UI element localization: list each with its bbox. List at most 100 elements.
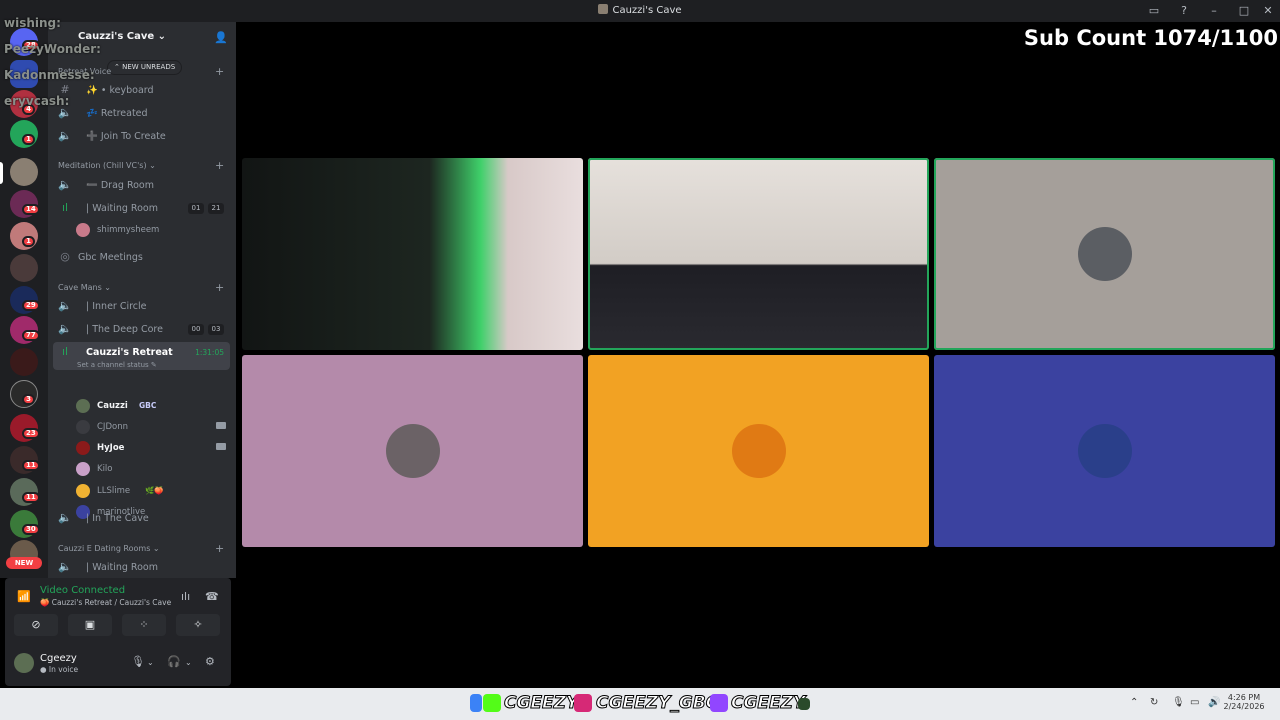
channel-label: Gbc Meetings: [78, 252, 143, 263]
window-title-text: Cauzzi's Cave: [612, 5, 682, 16]
username: Kilo: [97, 464, 113, 474]
instagram-icon: [574, 694, 592, 712]
username: shimmysheem: [97, 225, 160, 235]
channel-label: | Inner Circle: [86, 301, 147, 312]
channel-label: Cauzzi's Retreat: [86, 347, 173, 358]
username: HyJoe: [97, 443, 125, 453]
channel-label: ➕ Join To Create: [86, 131, 166, 142]
soundboard-button[interactable]: ✧: [176, 614, 220, 636]
video-tile[interactable]: [242, 355, 583, 547]
avatar: [76, 223, 90, 237]
voice-user[interactable]: shimmysheem: [76, 221, 226, 239]
video-tile[interactable]: [588, 158, 929, 350]
speaker-icon: 🔈: [58, 322, 72, 335]
chevron-up-icon[interactable]: ⌃: [1130, 697, 1138, 708]
camera-toggle-button[interactable]: ⊘: [14, 614, 58, 636]
create-channel-icon[interactable]: +: [215, 542, 224, 555]
inbox-icon[interactable]: ▭: [1146, 3, 1162, 19]
microphone-icon[interactable]: 🎙: [131, 655, 145, 668]
set-channel-status[interactable]: Set a channel status ✎: [77, 361, 157, 369]
video-tile[interactable]: [588, 355, 929, 547]
speaker-icon: 🔈: [58, 129, 72, 142]
kick-icon: [483, 694, 501, 712]
user-tag: 🌿🍑: [145, 486, 164, 495]
system-clock[interactable]: 4:26 PM 2/24/2026: [1222, 693, 1266, 711]
app-icon[interactable]: [798, 698, 810, 710]
clock-time: 4:26 PM: [1227, 693, 1261, 702]
volume-icon[interactable]: 🔊: [1208, 697, 1220, 708]
twitch-icon: [710, 694, 728, 712]
unread-badge: 1: [22, 236, 35, 247]
windows-icon[interactable]: [470, 694, 482, 712]
channel-label: | In The Cave: [86, 513, 149, 524]
user-limit: 03: [208, 324, 224, 335]
channel-waiting-room-2[interactable]: 🔈 | Waiting Room: [58, 557, 230, 577]
chevron-down-icon[interactable]: ⌄: [147, 658, 154, 667]
category-cave-mans[interactable]: Cave Mans ⌄: [58, 283, 111, 292]
server-icon[interactable]: [10, 348, 38, 376]
voice-user[interactable]: Cauzzi GBC: [76, 397, 226, 415]
create-channel-icon[interactable]: +: [215, 281, 224, 294]
avatar: [76, 399, 90, 413]
voice-channel-path[interactable]: 🍑 Cauzzi's Retreat / Cauzzi's Cave: [40, 598, 171, 607]
taskbar: CGEEZY CGEEZY_GBC CGEEZY ⌃ ↻ 🎙 ▭ 🔊 4:26 …: [0, 688, 1280, 720]
camera-icon: [216, 422, 226, 429]
channel-gbc-meetings[interactable]: ◎ Gbc Meetings: [58, 247, 230, 267]
sub-count-overlay: Sub Count 1074/1100: [1023, 26, 1278, 50]
avatar: [76, 462, 90, 476]
voice-user[interactable]: CJDonn: [76, 418, 226, 436]
avatar[interactable]: [14, 653, 34, 673]
video-tile[interactable]: [242, 158, 583, 350]
screen-share-button[interactable]: ▣: [68, 614, 112, 636]
user-count: 01: [188, 203, 204, 214]
voice-status-title[interactable]: Video Connected: [40, 585, 125, 596]
add-member-icon[interactable]: 👤: [214, 31, 228, 44]
server-icon[interactable]: [10, 254, 38, 282]
maximize-button[interactable]: □: [1236, 3, 1252, 19]
noise-suppression-icon[interactable]: ılı: [181, 590, 190, 603]
overlay-chat-line: wishing:: [4, 16, 61, 30]
category-label: Cave Mans ⌄: [58, 283, 111, 292]
participant-avatar: [1077, 424, 1132, 478]
channel-deep-core[interactable]: 🔈 | The Deep Core 00 03: [58, 319, 230, 339]
voice-active-icon: ıl: [61, 201, 69, 214]
participant-avatar: [385, 424, 440, 478]
channel-in-the-cave[interactable]: 🔈 | In The Cave: [58, 508, 230, 528]
channel-drag-room[interactable]: 🔈 ➖ Drag Room: [58, 175, 230, 195]
help-icon[interactable]: ?: [1176, 3, 1192, 19]
category-meditation[interactable]: Meditation (Chill VC's) ⌄: [58, 161, 156, 170]
username[interactable]: Cgeezy: [40, 653, 77, 664]
channel-inner-circle[interactable]: 🔈 | Inner Circle: [58, 296, 230, 316]
avatar: [76, 484, 90, 498]
close-button[interactable]: ✕: [1260, 3, 1276, 19]
chevron-down-icon[interactable]: ⌄: [185, 658, 192, 667]
category-label: Cauzzi E Dating Rooms ⌄: [58, 544, 160, 553]
channel-waiting-room[interactable]: ıl | Waiting Room 01 21: [58, 198, 230, 218]
headphones-icon[interactable]: 🎧: [167, 655, 181, 668]
settings-gear-icon[interactable]: ⚙: [205, 655, 215, 668]
overlay-chat-line: eryvcash:: [4, 94, 70, 108]
signal-icon[interactable]: 📶: [17, 590, 31, 603]
sync-icon[interactable]: ↻: [1150, 697, 1158, 708]
video-tile[interactable]: [934, 355, 1275, 547]
category-dating-rooms[interactable]: Cauzzi E Dating Rooms ⌄: [58, 544, 160, 553]
stage-icon: ◎: [60, 250, 70, 263]
voice-connected-panel: 📶 Video Connected 🍑 Cauzzi's Retreat / C…: [5, 578, 231, 640]
create-channel-icon[interactable]: +: [215, 159, 224, 172]
network-icon[interactable]: ▭: [1190, 697, 1199, 708]
voice-user[interactable]: LLSlime 🌿🍑: [76, 482, 226, 500]
server-icon-active[interactable]: [10, 158, 38, 186]
voice-active-icon: ıl: [61, 345, 69, 358]
unread-badge: 14: [22, 204, 40, 215]
video-tile[interactable]: [934, 158, 1275, 350]
voice-user[interactable]: HyJoe: [76, 439, 226, 457]
minimize-button[interactable]: –: [1206, 3, 1222, 19]
voice-user[interactable]: Kilo: [76, 460, 226, 478]
activities-button[interactable]: ⁘: [122, 614, 166, 636]
window-title: Cauzzi's Cave: [0, 4, 1280, 16]
microphone-tray-icon[interactable]: 🎙: [1172, 697, 1185, 708]
channel-label: | Waiting Room: [86, 203, 158, 214]
create-channel-icon[interactable]: +: [215, 65, 224, 78]
disconnect-icon[interactable]: ☎: [205, 590, 219, 603]
overlay-chat-line: Kadonmesse:: [4, 68, 95, 82]
